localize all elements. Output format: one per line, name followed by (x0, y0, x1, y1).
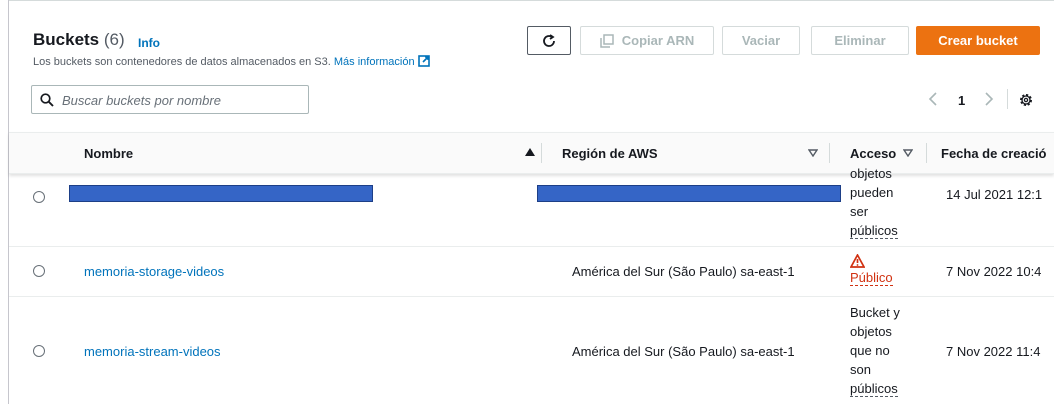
create-bucket-label: Crear bucket (938, 33, 1018, 48)
info-link[interactable]: Info (138, 36, 160, 50)
bucket-name-link[interactable]: memoria-storage-videos (84, 264, 224, 279)
chevron-left-icon (928, 92, 937, 106)
copy-arn-button[interactable]: Copiar ARN (580, 26, 714, 55)
sort-icon[interactable] (808, 149, 818, 157)
empty-button[interactable]: Vaciar (722, 26, 800, 55)
row-radio[interactable] (33, 345, 45, 357)
column-name[interactable]: Nombre (84, 146, 133, 161)
access-line: Bucket y (850, 305, 900, 320)
more-info-link[interactable]: Más información (333, 55, 430, 68)
bucket-count: (6) (103, 30, 125, 49)
top-border (8, 0, 1054, 1)
create-bucket-button[interactable]: Crear bucket (916, 26, 1040, 55)
search-input[interactable] (62, 91, 302, 109)
warning-icon (850, 254, 865, 268)
creation-date: 7 Nov 2022 10:4 (946, 264, 1042, 279)
description-text: Los buckets son contenedores de datos al… (33, 56, 331, 68)
title-text: Buckets (33, 30, 100, 49)
access-line: que no (850, 343, 890, 358)
gear-icon[interactable] (1018, 92, 1034, 108)
search-box[interactable] (31, 85, 309, 114)
bucket-region: América del Sur (São Paulo) sa-east-1 (572, 344, 795, 359)
table-row[interactable]: memoria-stream-videos América del Sur (S… (9, 297, 1054, 404)
more-info-label: Más información (333, 56, 415, 68)
delete-label: Eliminar (834, 33, 886, 48)
access-line: públicos (850, 223, 898, 239)
access-line: objetos (850, 324, 892, 339)
chevron-right-icon (985, 92, 994, 106)
refresh-button[interactable] (527, 26, 571, 55)
delete-button[interactable]: Eliminar (811, 26, 909, 55)
copy-icon (600, 33, 614, 48)
refresh-icon (543, 33, 555, 47)
pager-divider (1007, 89, 1008, 109)
creation-date: 14 Jul 2021 12:1 (946, 187, 1043, 202)
sort-icon[interactable] (903, 149, 913, 157)
access-line: son (850, 362, 871, 377)
column-divider (541, 143, 542, 163)
access-status: Bucket y objetos que no son públicos (850, 303, 920, 398)
prev-page-button[interactable] (928, 92, 938, 109)
sort-ascending-icon[interactable] (524, 147, 536, 157)
page-title: Buckets (6) (33, 30, 125, 50)
bucket-region: América del Sur (São Paulo) sa-east-1 (572, 264, 795, 279)
column-access[interactable]: Acceso (850, 146, 896, 161)
column-divider (926, 143, 927, 163)
external-link-icon (417, 55, 430, 67)
bucket-name-link[interactable]: memoria-stream-videos (84, 344, 221, 359)
access-line: Público (850, 270, 893, 286)
empty-label: Vaciar (741, 33, 781, 48)
access-line: públicos (850, 381, 898, 397)
access-line: pueden (850, 185, 894, 200)
access-status: objetos pueden ser públicos (850, 164, 920, 240)
description: Los buckets son contenedores de datos al… (33, 55, 430, 68)
access-line: ser (850, 204, 869, 219)
redacted-bucket-name (69, 185, 373, 202)
row-radio[interactable] (33, 191, 45, 203)
creation-date: 7 Nov 2022 11:4 (946, 344, 1041, 359)
redacted-region (537, 185, 841, 202)
row-radio[interactable] (33, 265, 45, 277)
page-number[interactable]: 1 (958, 93, 965, 108)
table-row[interactable]: memoria-storage-videos América del Sur (… (9, 247, 1054, 297)
column-divider (829, 143, 830, 163)
next-page-button[interactable] (984, 92, 994, 109)
access-status: Público (850, 251, 920, 287)
copy-arn-label: Copiar ARN (621, 33, 695, 48)
column-region[interactable]: Región de AWS (562, 146, 658, 161)
search-icon (40, 93, 54, 107)
access-line: objetos (850, 166, 892, 181)
column-date[interactable]: Fecha de creació (941, 146, 1047, 161)
table-row[interactable]: objetos pueden ser públicos 14 Jul 2021 … (9, 166, 1054, 247)
